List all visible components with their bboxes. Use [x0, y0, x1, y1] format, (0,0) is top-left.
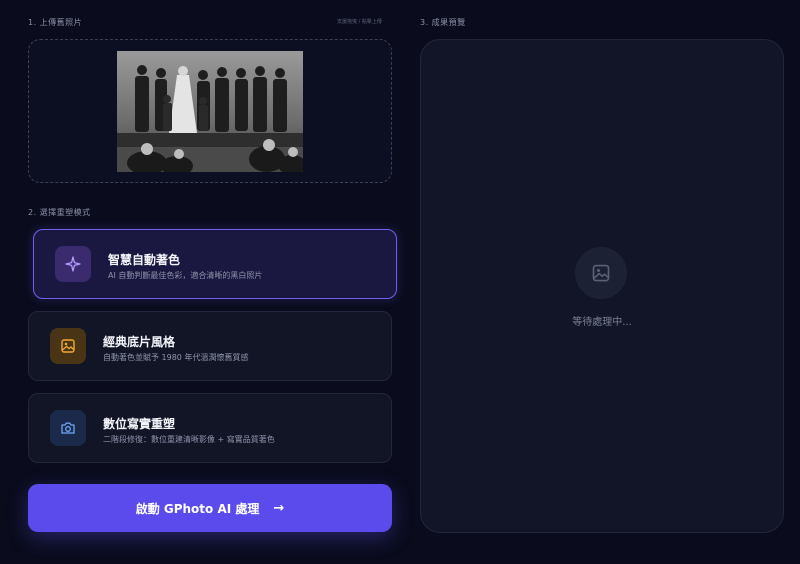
- style-card-title: 智慧自動著色: [108, 253, 181, 267]
- start-processing-button[interactable]: 啟動 GPhoto AI 處理 →: [28, 484, 392, 532]
- start-button-label: 啟動 GPhoto AI 處理: [135, 501, 260, 516]
- style-card-desc: 自動著色並賦予 1980 年代溫潤懷舊質感: [103, 353, 249, 362]
- style-card-desc: AI 自動判斷最佳色彩，適合清晰的黑白照片: [108, 271, 263, 280]
- app-page: 1. 上傳舊照片 支援拖曳 / 點擊上傳 2. 選擇重塑模式 智慧自動著色 AI…: [0, 0, 800, 564]
- image-icon: [575, 247, 627, 299]
- upload-section-title: 1. 上傳舊照片: [28, 18, 83, 27]
- preview-section-title: 3. 成果預覽: [420, 18, 466, 27]
- result-preview-panel: 等待處理中...: [420, 39, 784, 533]
- image-icon: [50, 328, 86, 364]
- waiting-status-text: 等待處理中...: [572, 317, 632, 328]
- style-card-desc: 二階段修復：數位重建清晰影像 + 寫實品質著色: [103, 435, 275, 444]
- style-card-title: 數位寫實重塑: [103, 417, 176, 431]
- styles-section-title: 2. 選擇重塑模式: [28, 208, 91, 217]
- sparkle-icon: [55, 246, 91, 282]
- camera-icon: [50, 410, 86, 446]
- style-card-auto-colorize[interactable]: 智慧自動著色 AI 自動判斷最佳色彩，適合清晰的黑白照片: [33, 229, 397, 299]
- upload-dropzone[interactable]: [28, 39, 392, 183]
- arrow-right-icon: →: [273, 500, 285, 516]
- style-card-digital-realism[interactable]: 數位寫實重塑 二階段修復：數位重建清晰影像 + 寫實品質著色: [28, 393, 392, 463]
- uploaded-photo: [117, 51, 303, 172]
- style-card-classic-film[interactable]: 經典底片風格 自動著色並賦予 1980 年代溫潤懷舊質感: [28, 311, 392, 381]
- upload-hint: 支援拖曳 / 點擊上傳: [337, 19, 382, 25]
- style-card-title: 經典底片風格: [103, 335, 176, 349]
